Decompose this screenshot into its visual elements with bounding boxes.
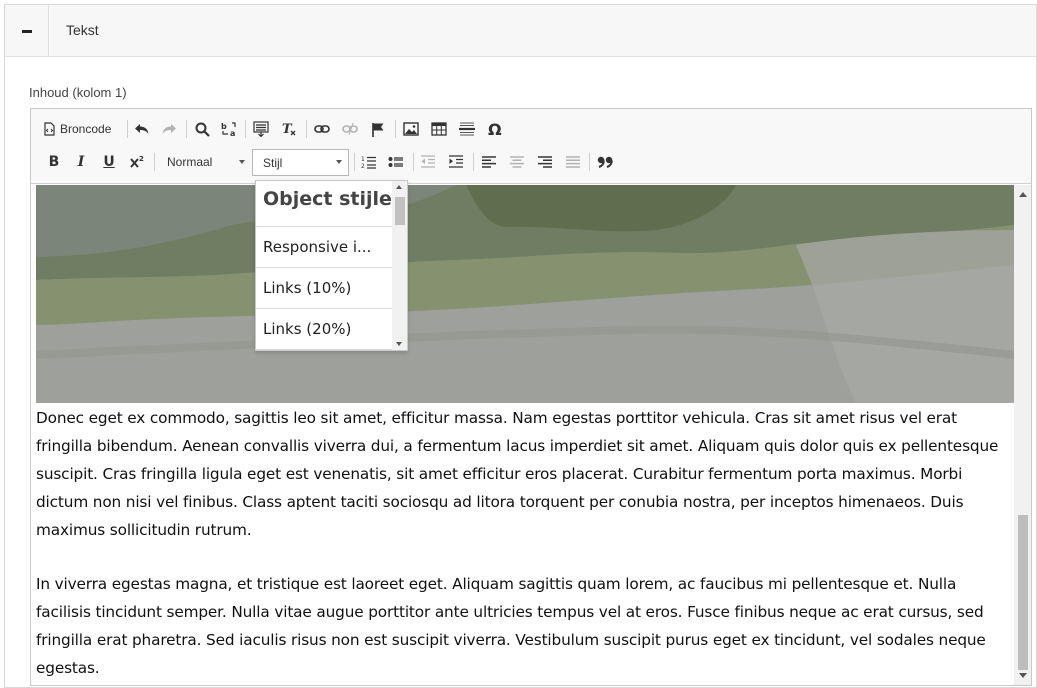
align-right-button[interactable]: [534, 150, 556, 174]
indent-button[interactable]: [445, 150, 467, 174]
style-option[interactable]: Responsive i...: [256, 227, 392, 268]
scroll-up-icon[interactable]: [1019, 192, 1027, 197]
image-button[interactable]: [400, 117, 422, 141]
editor-toolbar: Broncode ba T Ω B I U 2 Normaal Stijl 1 …: [31, 109, 1031, 184]
editor-scrollbar[interactable]: [1014, 185, 1031, 685]
remove-format-button[interactable]: T: [278, 117, 300, 141]
source-button-label: Broncode: [60, 122, 112, 136]
italic-icon: I: [77, 154, 85, 170]
redo-button[interactable]: [158, 117, 180, 141]
unlink-button[interactable]: [339, 117, 361, 141]
bulleted-list-button[interactable]: [385, 150, 407, 174]
style-option[interactable]: Links (20%): [256, 309, 392, 350]
outdent-button[interactable]: [417, 150, 439, 174]
horizontal-rule-button[interactable]: [456, 117, 478, 141]
align-justify-button[interactable]: [562, 150, 584, 174]
paragraph: Donec eget ex commodo, sagittis leo sit …: [36, 409, 999, 539]
rich-text-editor: Broncode ba T Ω B I U 2 Normaal Stijl 1 …: [30, 108, 1032, 686]
format-select-value: Normaal: [167, 155, 213, 169]
source-code-icon: [44, 122, 55, 136]
find-replace-icon: ba: [221, 122, 236, 137]
flag-icon: [372, 122, 384, 137]
bold-button[interactable]: B: [43, 150, 65, 174]
outdent-icon: [421, 155, 435, 168]
style-dropdown-panel: Object stijlen Responsive i... Links (10…: [255, 180, 408, 351]
table-button[interactable]: [428, 117, 450, 141]
blockquote-button[interactable]: [594, 150, 616, 174]
undo-button[interactable]: [131, 117, 153, 141]
scroll-down-icon[interactable]: [396, 342, 402, 346]
numbered-list-button[interactable]: 12: [358, 150, 380, 174]
paragraph: In viverra egestas magna, et tristique e…: [36, 575, 986, 677]
align-center-icon: [510, 156, 524, 168]
collapse-button[interactable]: [5, 5, 49, 57]
svg-text:1: 1: [361, 156, 365, 163]
paste-text-button[interactable]: [250, 117, 272, 141]
field-label: Inhoud (kolom 1): [29, 85, 127, 100]
scroll-up-icon[interactable]: [396, 185, 402, 189]
svg-text:2: 2: [139, 155, 144, 163]
find-button[interactable]: [191, 117, 213, 141]
source-button[interactable]: Broncode: [43, 117, 119, 141]
chevron-down-icon: [239, 160, 245, 164]
quote-icon: [597, 156, 613, 168]
search-icon: [195, 122, 210, 137]
bulleted-list-icon: [388, 157, 403, 167]
underline-button[interactable]: U: [98, 150, 120, 174]
numbered-list-icon: 12: [361, 156, 376, 169]
style-option[interactable]: Links (10%): [256, 268, 392, 309]
indent-icon: [449, 155, 463, 168]
align-left-button[interactable]: [478, 150, 500, 174]
style-select-value: Stijl: [263, 155, 283, 170]
scroll-down-icon[interactable]: [1019, 673, 1027, 678]
unlink-icon: [342, 123, 358, 135]
panel-header: Tekst: [5, 5, 1036, 57]
svg-text:b: b: [221, 122, 227, 131]
format-select[interactable]: Normaal: [161, 150, 251, 174]
scrollbar-thumb[interactable]: [1018, 515, 1028, 670]
style-group-heading: Object stijlen: [256, 181, 392, 227]
special-char-button[interactable]: Ω: [484, 117, 506, 141]
table-icon: [431, 122, 447, 136]
italic-button[interactable]: I: [70, 150, 92, 174]
style-select[interactable]: Stijl: [252, 149, 349, 176]
redo-icon: [162, 124, 176, 134]
horizontal-line-icon: [459, 122, 475, 136]
editor-content[interactable]: Donec eget ex commodo, sagittis leo sit …: [31, 185, 1031, 685]
link-button[interactable]: [311, 117, 333, 141]
underline-icon: U: [103, 154, 115, 170]
superscript-icon: 2: [130, 155, 144, 168]
bold-icon: B: [48, 154, 60, 170]
style-list: Object stijlen Responsive i... Links (10…: [256, 181, 392, 350]
paste-text-icon: [253, 121, 269, 137]
superscript-button[interactable]: 2: [126, 150, 148, 174]
align-right-icon: [538, 156, 552, 168]
undo-icon: [135, 124, 149, 134]
svg-text:Ω: Ω: [488, 121, 502, 137]
chevron-down-icon: [336, 160, 342, 164]
dropdown-scrollbar[interactable]: [392, 181, 407, 350]
clear-format-icon: T: [282, 122, 296, 137]
align-left-icon: [482, 156, 496, 168]
image-icon: [403, 122, 419, 136]
minus-icon: [21, 29, 32, 33]
svg-text:a: a: [230, 129, 235, 137]
align-center-button[interactable]: [506, 150, 528, 174]
svg-text:2: 2: [361, 163, 365, 169]
omega-icon: Ω: [488, 121, 502, 137]
panel-title: Tekst: [66, 22, 99, 38]
replace-button[interactable]: ba: [218, 117, 240, 141]
align-justify-icon: [566, 156, 580, 168]
text-panel: Tekst Inhoud (kolom 1) Broncode ba T Ω B…: [4, 4, 1037, 688]
scrollbar-thumb[interactable]: [395, 197, 405, 225]
link-icon: [314, 125, 330, 133]
content-image: [36, 185, 1014, 403]
anchor-button[interactable]: [367, 117, 389, 141]
